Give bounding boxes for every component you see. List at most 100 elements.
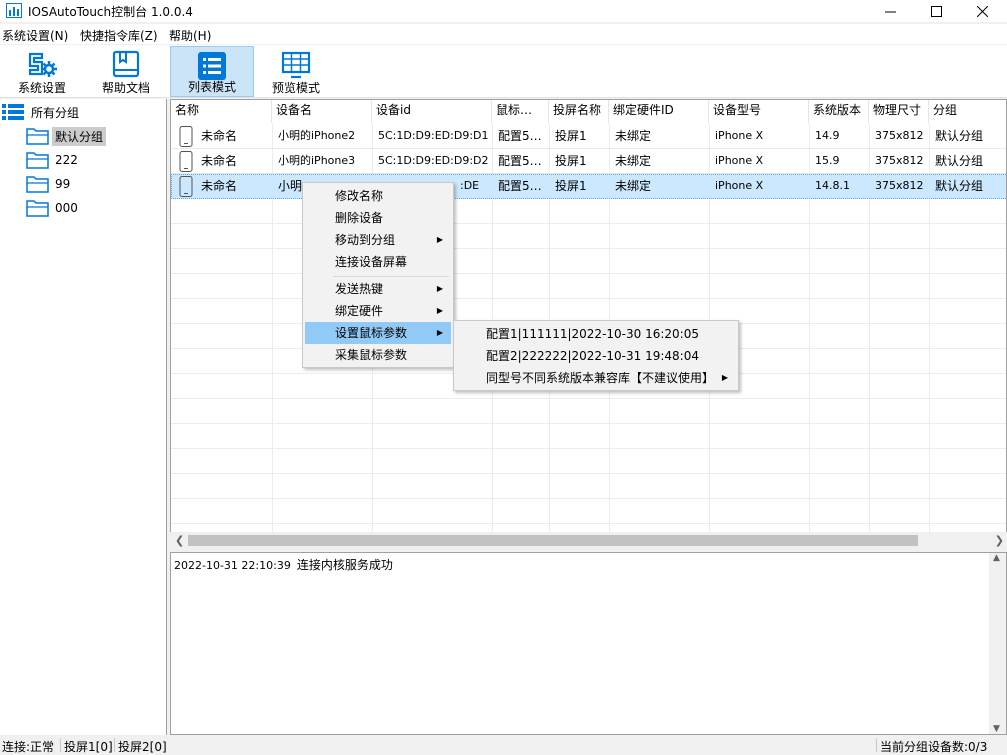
submenu-arrow-icon: ▶ (436, 284, 443, 293)
submenu-arrow-icon: ▶ (436, 306, 443, 315)
cell-model: iPhone X (715, 154, 764, 167)
submenu-item-config1[interactable]: 配置1|111111|2022-10-30 16:20:05 (456, 323, 736, 345)
menu-item-move-to-group[interactable]: 移动到分组 ▶ (305, 229, 451, 251)
menu-item-delete-device[interactable]: 删除设备 (305, 207, 451, 229)
tree-root-label: 所有分组 (31, 105, 80, 120)
submenu-item-label: 同型号不同系统版本兼容库【不建议使用】 (486, 371, 715, 385)
column-header-os-version[interactable]: 系统版本 (809, 100, 869, 123)
tree-node-group[interactable]: 222 (26, 149, 81, 171)
minimize-button[interactable] (867, 0, 913, 22)
cell-device-id: 5C:1D:D9:ED:D9:D2 (378, 154, 489, 167)
cell-group: 默认分组 (935, 179, 984, 193)
menu-system-settings[interactable]: 系统设置(N) (2, 27, 68, 44)
cell-screen-name: 投屏1 (555, 179, 587, 193)
maximize-button[interactable] (913, 0, 959, 22)
column-header-hardware-id[interactable]: 绑定硬件ID (609, 100, 709, 123)
tree-group-label: 默认分组 (52, 126, 107, 146)
cell-physical-size: 375x812 (875, 154, 924, 167)
menu-help[interactable]: 帮助(H) (169, 27, 211, 44)
scroll-right-icon[interactable]: ❯ (995, 534, 1004, 547)
cell-os-version: 14.8.1 (815, 179, 850, 192)
preview-mode-button[interactable]: 预览模式 (254, 46, 338, 97)
tree-group-label: 99 (55, 177, 71, 191)
tree-group-label: 222 (55, 153, 78, 167)
cell-model: iPhone X (715, 129, 764, 142)
grid-line (171, 448, 1006, 449)
column-header-name[interactable]: 名称 (171, 100, 272, 123)
phone-icon (179, 151, 193, 172)
help-docs-button-label: 帮助文档 (101, 81, 150, 95)
menu-item-label: 采集鼠标参数 (335, 348, 408, 362)
tree-node-group[interactable]: 000 (26, 197, 81, 219)
menu-item-rename[interactable]: 修改名称 (305, 185, 451, 207)
submenu-item-compat-library[interactable]: 同型号不同系统版本兼容库【不建议使用】 ▶ (456, 367, 736, 389)
log-message: 连接内核服务成功 (296, 558, 393, 572)
grid-line (171, 398, 1006, 399)
column-header-model[interactable]: 设备型号 (709, 100, 809, 123)
scroll-down-icon[interactable]: ▼ (993, 724, 1000, 734)
table-row[interactable]: 未命名 小明的iPhone3 5C:1D:D9:ED:D9:D2 配置5… 投屏… (171, 149, 1006, 174)
scroll-up-icon[interactable]: ▲ (993, 553, 1000, 563)
close-icon (976, 5, 988, 17)
app-window: IOSAutoTouch控制台 1.0.0.4 系统设置(N) 快捷指令库(Z)… (0, 0, 1007, 755)
status-device-count: 当前分组设备数:0/3 (880, 740, 988, 754)
menu-divider (333, 276, 449, 277)
menu-item-set-mouse-params[interactable]: 设置鼠标参数 ▶ (305, 322, 451, 344)
table-row-selected[interactable]: 未命名 小明 :DE 配置5… 投屏1 未绑定 iPhone X 14.8.1 … (171, 174, 1006, 199)
cell-hardware-id: 未绑定 (615, 129, 652, 143)
status-separator (876, 738, 877, 752)
column-header-device-id[interactable]: 设备id (372, 100, 492, 123)
cell-group: 默认分组 (935, 154, 984, 168)
menu-item-collect-mouse-params[interactable]: 采集鼠标参数 (305, 344, 451, 366)
log-timestamp: 2022-10-31 22:10:39 (174, 559, 291, 572)
tree-node-group[interactable]: 99 (26, 173, 73, 195)
grid-line (171, 423, 1006, 424)
cell-physical-size: 375x812 (875, 179, 924, 192)
menu-item-bind-hardware[interactable]: 绑定硬件 ▶ (305, 300, 451, 322)
menu-item-label: 删除设备 (335, 211, 384, 225)
cell-mouse: 配置5… (498, 154, 542, 168)
menu-item-label: 移动到分组 (335, 233, 396, 247)
window-title: IOSAutoTouch控制台 1.0.0.4 (28, 5, 193, 19)
vertical-scrollbar[interactable]: ▲ ▼ (989, 553, 1006, 734)
scrollbar-thumb[interactable] (188, 535, 918, 546)
book-icon (112, 50, 140, 78)
menu-item-label: 修改名称 (335, 189, 384, 203)
settings-button[interactable]: 系统设置 (0, 46, 84, 97)
menu-item-connect-screen[interactable]: 连接设备屏幕 (305, 251, 451, 273)
cell-os-version: 14.9 (815, 129, 840, 142)
cell-model: iPhone X (715, 179, 764, 192)
cell-device-name: 小明 (278, 179, 303, 193)
status-separator (60, 738, 61, 752)
grid-line (171, 473, 1006, 474)
column-header-physical-size[interactable]: 物理尺寸 (869, 100, 929, 123)
tree-node-group[interactable]: 默认分组 (26, 125, 107, 147)
tree-group-label: 000 (55, 201, 78, 215)
tree-node-all-groups[interactable]: 所有分组 (2, 101, 82, 123)
help-docs-button[interactable]: 帮助文档 (84, 46, 168, 97)
column-header-group[interactable]: 分组 (929, 100, 1006, 123)
list-mode-button[interactable]: 列表模式 (170, 46, 254, 97)
monitor-grid-icon (281, 51, 311, 79)
submenu-mouse-params: 配置1|111111|2022-10-30 16:20:05 配置2|22222… (453, 320, 739, 391)
grid-line (171, 298, 1006, 299)
cell-screen-name: 投屏1 (555, 154, 587, 168)
list-mode-button-label: 列表模式 (187, 80, 236, 94)
column-header-device-name[interactable]: 设备名 (272, 100, 372, 123)
menu-item-label: 发送热键 (335, 282, 384, 296)
scroll-left-icon[interactable]: ❮ (175, 534, 184, 547)
column-header-mouse[interactable]: 鼠标… (492, 100, 549, 123)
cell-name: 未命名 (201, 129, 238, 143)
submenu-arrow-icon: ▶ (721, 373, 728, 382)
menu-shortcut-library[interactable]: 快捷指令库(Z) (80, 27, 158, 44)
gear-settings-icon (28, 52, 57, 77)
submenu-item-config2[interactable]: 配置2|222222|2022-10-31 19:48:04 (456, 345, 736, 367)
status-bar: 连接:正常 投屏1[0] 投屏2[0] 当前分组设备数:0/3 (0, 736, 1007, 755)
title-bar: IOSAutoTouch控制台 1.0.0.4 (0, 0, 1007, 22)
table-row[interactable]: 未命名 小明的iPhone2 5C:1D:D9:ED:D9:D1 配置5… 投屏… (171, 124, 1006, 149)
horizontal-scrollbar[interactable]: ❮ ❯ (170, 532, 1007, 549)
column-header-screen-name[interactable]: 投屏名称 (549, 100, 609, 123)
close-button[interactable] (959, 0, 1005, 22)
menu-item-send-hotkey[interactable]: 发送热键 ▶ (305, 278, 451, 300)
cell-device-id: :DE (460, 179, 480, 192)
